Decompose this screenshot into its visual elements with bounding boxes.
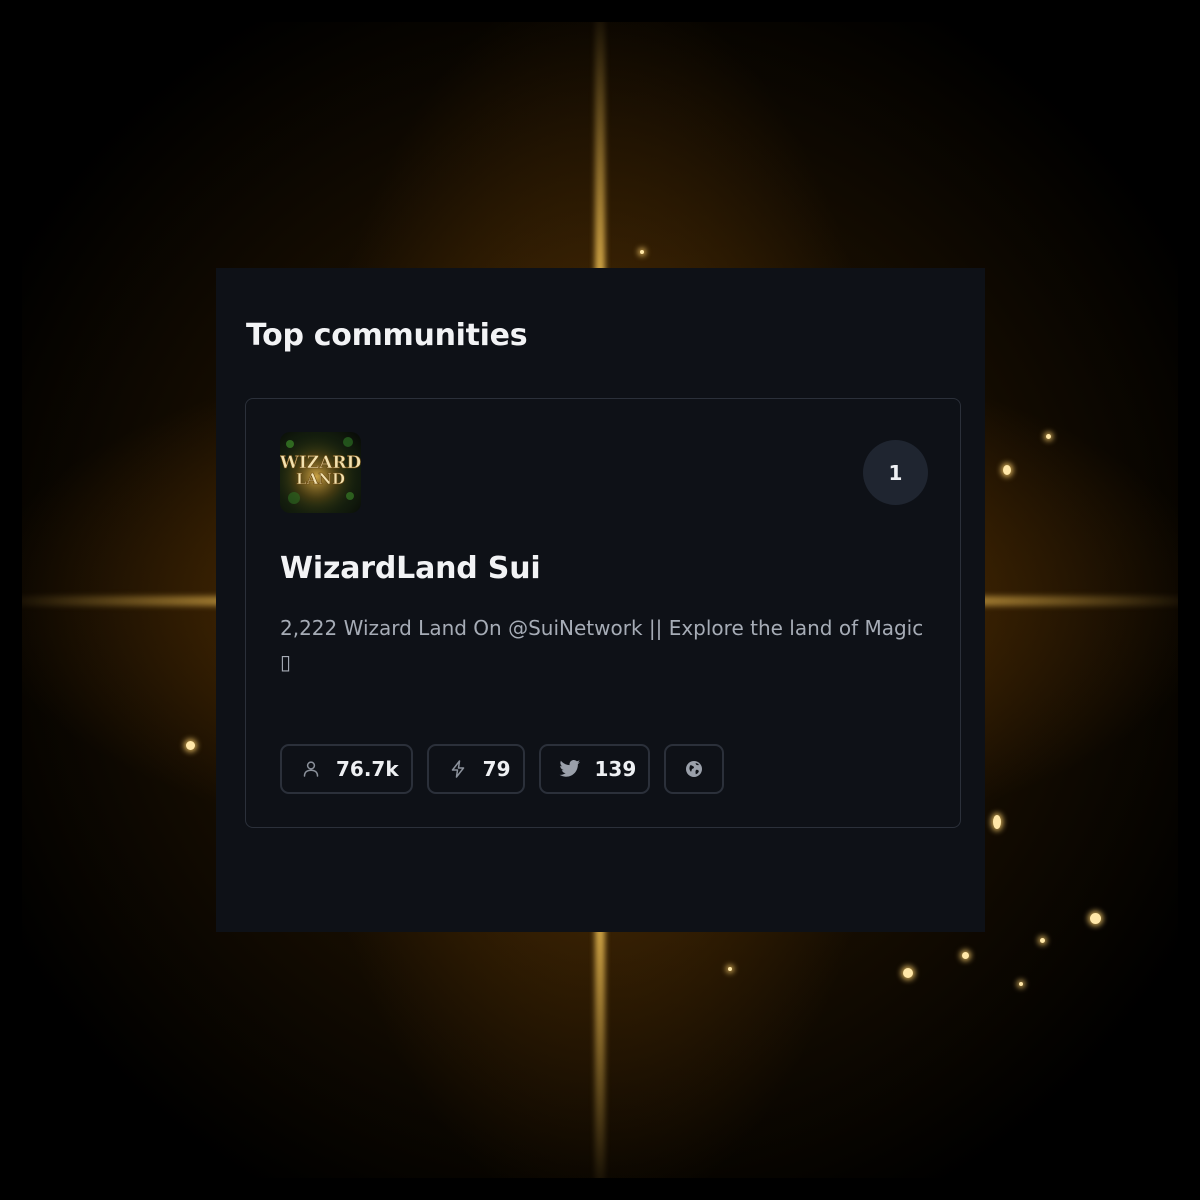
community-name[interactable]: WizardLand Sui [280, 551, 541, 586]
twitter-icon [558, 758, 581, 780]
lightning-icon [447, 758, 469, 780]
sparkle [186, 741, 195, 750]
community-card[interactable]: WIZARD LAND 1 WizardLand Sui 2,222 Wizar… [245, 398, 961, 828]
avatar-text-line2: LAND [296, 470, 345, 488]
sparkle [1003, 465, 1011, 475]
sparkle [993, 815, 1001, 829]
sparkle [1040, 938, 1045, 943]
website-link-chip[interactable] [664, 744, 725, 794]
top-communities-panel: Top communities WIZARD LAND 1 WizardLand… [216, 268, 985, 932]
sparkle [1090, 913, 1101, 924]
sparkle [728, 967, 732, 971]
community-description: 2,222 Wizard Land On @SuiNetwork || Expl… [280, 616, 924, 674]
sparkle [1046, 434, 1051, 439]
sparkle [640, 250, 644, 254]
panel-title: Top communities [246, 318, 528, 353]
community-stats: 76.7k 79 139 [280, 744, 725, 794]
user-icon [300, 758, 322, 780]
activity-count: 79 [482, 757, 511, 781]
twitter-stat-chip[interactable]: 139 [538, 744, 651, 794]
community-avatar: WIZARD LAND [280, 432, 361, 513]
sparkle [903, 968, 913, 978]
globe-icon [683, 758, 705, 780]
twitter-count: 139 [594, 757, 637, 781]
activity-stat-chip[interactable]: 79 [426, 744, 525, 794]
members-stat-chip[interactable]: 76.7k [280, 744, 413, 794]
rank-badge: 1 [863, 440, 928, 505]
sparkle [962, 952, 969, 959]
members-count: 76.7k [336, 757, 399, 781]
sparkle [1019, 982, 1023, 986]
